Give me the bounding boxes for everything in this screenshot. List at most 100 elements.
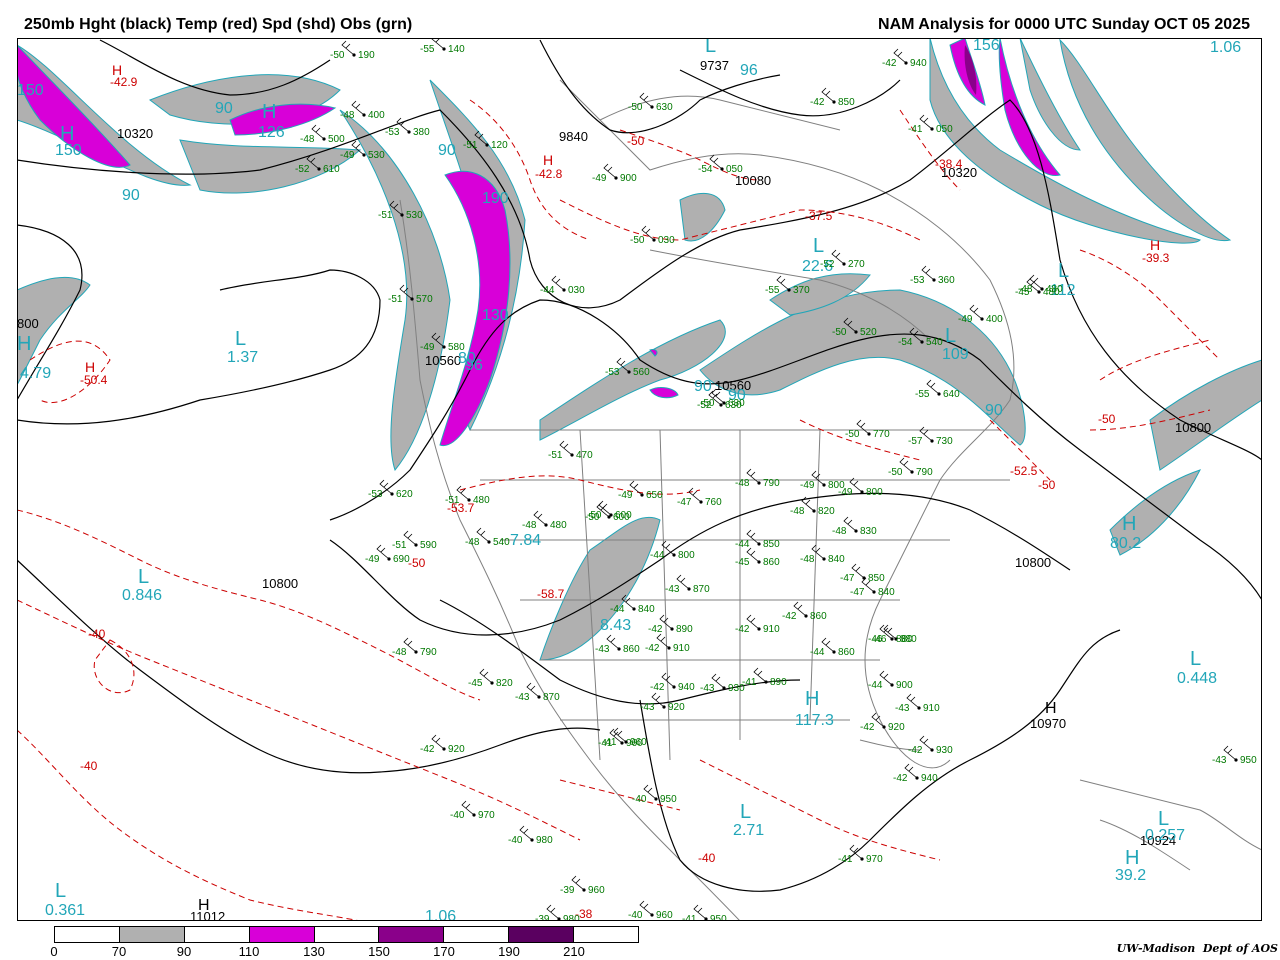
obs-height: 630 bbox=[725, 400, 742, 411]
obs-height: 960 bbox=[656, 910, 673, 921]
obs-temp: -42 bbox=[645, 643, 660, 654]
obs-height: 600 bbox=[615, 510, 632, 521]
obs-temp: -55 bbox=[915, 389, 930, 400]
obs-height: 540 bbox=[926, 337, 943, 348]
obs-height: 920 bbox=[888, 722, 905, 733]
obs-temp: -41 bbox=[742, 677, 757, 688]
temp-label: -50 bbox=[627, 134, 645, 148]
obs-height: 950 bbox=[710, 914, 727, 921]
obs-height: 950 bbox=[660, 794, 677, 805]
obs-temp: -45 bbox=[735, 557, 750, 568]
height-label: 9840 bbox=[559, 129, 588, 144]
obs-height: 870 bbox=[543, 692, 560, 703]
obs-temp: -49 bbox=[420, 342, 435, 353]
low-center: L bbox=[813, 235, 824, 257]
speed-scale-bar bbox=[54, 926, 639, 943]
obs-height: 560 bbox=[633, 367, 650, 378]
obs-height: 730 bbox=[936, 436, 953, 447]
speed-label: 39.2 bbox=[1115, 867, 1146, 884]
obs-temp: -41 bbox=[602, 737, 617, 748]
obs-height: 920 bbox=[668, 702, 685, 713]
high-center: H bbox=[262, 101, 276, 123]
obs-height: 610 bbox=[323, 164, 340, 175]
obs-temp: -51 bbox=[463, 140, 478, 151]
obs-temp: -57 bbox=[908, 436, 923, 447]
obs-temp: -49 bbox=[958, 314, 973, 325]
obs-temp: -50 bbox=[845, 429, 860, 440]
obs-temp: -49 bbox=[592, 173, 607, 184]
scale-label: 190 bbox=[498, 944, 520, 959]
obs-temp: -55 bbox=[420, 44, 435, 55]
obs-temp: -49 bbox=[618, 490, 633, 501]
obs-height: 540 bbox=[493, 537, 510, 548]
obs-temp: -47 bbox=[840, 573, 855, 584]
temp-label: -50.4 bbox=[80, 373, 108, 387]
obs-temp: -42 bbox=[882, 58, 897, 69]
weather-map: 10320 9840 10080 10320 10560 10560 10800… bbox=[17, 38, 1262, 921]
obs-temp: -44 bbox=[810, 647, 825, 658]
obs-height: 500 bbox=[328, 134, 345, 145]
scale-label: 210 bbox=[563, 944, 585, 959]
scale-label: 150 bbox=[368, 944, 390, 959]
obs-height: 480 bbox=[473, 495, 490, 506]
obs-height: 050 bbox=[936, 124, 953, 135]
obs-temp: -43 bbox=[595, 644, 610, 655]
speed-label: 96 bbox=[465, 357, 483, 374]
obs-height: 970 bbox=[866, 854, 883, 865]
high-center-red: H bbox=[112, 62, 122, 78]
obs-temp: -50 bbox=[832, 327, 847, 338]
obs-height: 840 bbox=[638, 604, 655, 615]
obs-temp: -50 bbox=[888, 467, 903, 478]
obs-height: 800 bbox=[828, 480, 845, 491]
obs-temp: -48 bbox=[790, 506, 805, 517]
speed-label: 90 bbox=[122, 187, 140, 204]
obs-temp: -53 bbox=[385, 127, 400, 138]
obs-height: 950 bbox=[1240, 755, 1257, 766]
low-center: L bbox=[740, 801, 751, 823]
obs-temp: -43 bbox=[895, 703, 910, 714]
obs-temp: -40 bbox=[450, 810, 465, 821]
obs-height: 850 bbox=[763, 539, 780, 550]
high-center: H bbox=[1125, 847, 1139, 869]
obs-height: 030 bbox=[658, 235, 675, 246]
obs-height: 800 bbox=[678, 550, 695, 561]
obs-height: 270 bbox=[848, 259, 865, 270]
obs-height: 940 bbox=[678, 682, 695, 693]
high-center-red: H bbox=[543, 152, 553, 168]
scale-segment bbox=[509, 927, 575, 942]
obs-height: 850 bbox=[838, 97, 855, 108]
obs-temp: -48 bbox=[465, 537, 480, 548]
obs-height: 860 bbox=[623, 644, 640, 655]
speed-label: 90 bbox=[215, 100, 233, 117]
obs-temp: -48 bbox=[800, 554, 815, 565]
obs-temp: -51 bbox=[388, 294, 403, 305]
obs-height: 920 bbox=[448, 744, 465, 755]
high-center-black: H bbox=[198, 897, 210, 914]
speed-label: 190 bbox=[482, 190, 509, 207]
obs-temp: -39 bbox=[535, 914, 550, 921]
speed-label: 90 bbox=[985, 402, 1003, 419]
obs-temp: -50 bbox=[630, 235, 645, 246]
obs-height: 770 bbox=[873, 429, 890, 440]
obs-height: 980 bbox=[536, 835, 553, 846]
scale-label: 0 bbox=[50, 944, 58, 959]
obs-temp: -54 bbox=[898, 337, 913, 348]
height-label: 10800 bbox=[1175, 420, 1211, 435]
obs-height: 870 bbox=[693, 584, 710, 595]
obs-height: 470 bbox=[576, 450, 593, 461]
obs-height: 360 bbox=[938, 275, 955, 286]
scale-segment bbox=[55, 927, 120, 942]
speed-label: 7.84 bbox=[510, 532, 541, 549]
low-center: L bbox=[138, 566, 149, 588]
scale-segment bbox=[574, 927, 639, 942]
scale-segment bbox=[314, 927, 380, 942]
low-center: L bbox=[1190, 648, 1201, 670]
obs-temp: -43 bbox=[700, 683, 715, 694]
speed-label: 96 bbox=[740, 62, 758, 79]
chart-title-left: 250mb Hght (black) Temp (red) Spd (shd) … bbox=[24, 16, 413, 33]
credit-org: UW-Madison bbox=[1116, 942, 1196, 955]
obs-height: 530 bbox=[368, 150, 385, 161]
speed-label: 150 bbox=[17, 82, 44, 99]
high-center: H bbox=[1122, 513, 1136, 535]
obs-temp: -47 bbox=[677, 497, 692, 508]
